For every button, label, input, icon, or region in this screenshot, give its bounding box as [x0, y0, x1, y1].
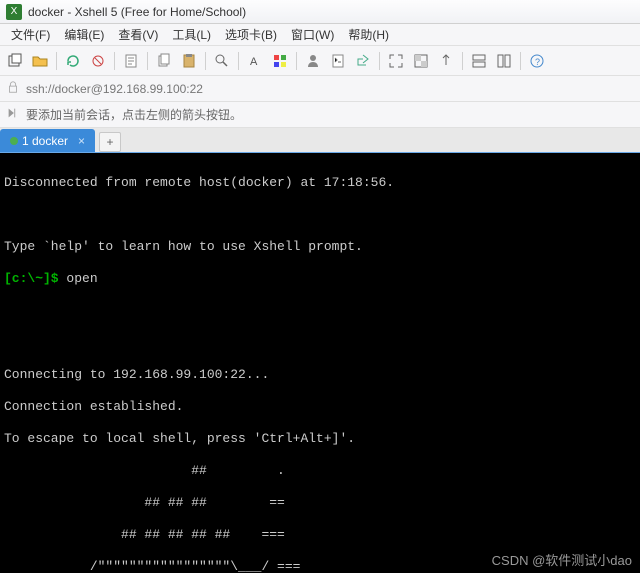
- menu-file[interactable]: 文件(F): [4, 24, 57, 45]
- menubar: 文件(F) 编辑(E) 查看(V) 工具(L) 选项卡(B) 窗口(W) 帮助(…: [0, 24, 640, 46]
- address-text[interactable]: ssh://docker@192.168.99.100:22: [26, 82, 634, 96]
- color-icon[interactable]: [269, 50, 291, 72]
- terminal-line: [4, 335, 636, 351]
- local-prompt: [c:\~]$: [4, 271, 66, 286]
- separator: [147, 52, 148, 70]
- new-session-icon[interactable]: [4, 50, 26, 72]
- paste-icon[interactable]: [178, 50, 200, 72]
- separator: [379, 52, 380, 70]
- tab-close-icon[interactable]: ×: [78, 134, 85, 148]
- addressbar: ssh://docker@192.168.99.100:22: [0, 76, 640, 102]
- menu-view[interactable]: 查看(V): [111, 24, 165, 45]
- separator: [114, 52, 115, 70]
- command-text: open: [66, 271, 97, 286]
- terminal-line: Connection established.: [4, 399, 636, 415]
- copy-icon[interactable]: [153, 50, 175, 72]
- separator: [56, 52, 57, 70]
- terminal-line: To escape to local shell, press 'Ctrl+Al…: [4, 431, 636, 447]
- transparent-icon[interactable]: [410, 50, 432, 72]
- menu-window[interactable]: 窗口(W): [284, 24, 341, 45]
- tile-v-icon[interactable]: [493, 50, 515, 72]
- disconnect-icon[interactable]: [87, 50, 109, 72]
- terminal-line: [c:\~]$ open: [4, 271, 636, 287]
- terminal-line: Type `help' to learn how to use Xshell p…: [4, 239, 636, 255]
- users-icon[interactable]: [302, 50, 324, 72]
- open-icon[interactable]: [29, 50, 51, 72]
- terminal-line: Connecting to 192.168.99.100:22...: [4, 367, 636, 383]
- window-title: docker - Xshell 5 (Free for Home/School): [28, 5, 246, 19]
- lock-icon: [6, 80, 20, 97]
- separator: [462, 52, 463, 70]
- terminal-line: [4, 207, 636, 223]
- menu-tabs[interactable]: 选项卡(B): [218, 24, 284, 45]
- titlebar: X docker - Xshell 5 (Free for Home/Schoo…: [0, 0, 640, 24]
- terminal-line: [4, 303, 636, 319]
- separator: [205, 52, 206, 70]
- script-icon[interactable]: [327, 50, 349, 72]
- info-message: 要添加当前会话，点击左侧的箭头按钮。: [26, 106, 242, 123]
- tab-label: 1 docker: [22, 134, 68, 148]
- add-session-icon[interactable]: [6, 106, 20, 123]
- tabbar: 1 docker × +: [0, 128, 640, 153]
- toolbar: A ?: [0, 46, 640, 76]
- reconnect-icon[interactable]: [62, 50, 84, 72]
- fullscreen-icon[interactable]: [385, 50, 407, 72]
- font-icon[interactable]: A: [244, 50, 266, 72]
- terminal-line: Disconnected from remote host(docker) at…: [4, 175, 636, 191]
- properties-icon[interactable]: [120, 50, 142, 72]
- new-tab-button[interactable]: +: [99, 132, 121, 152]
- svg-text:A: A: [250, 56, 258, 68]
- terminal-line: ## ## ## ## ## ===: [4, 527, 636, 543]
- infobar: 要添加当前会话，点击左侧的箭头按钮。: [0, 102, 640, 128]
- status-dot-icon: [10, 137, 18, 145]
- terminal-line: ## ## ## ==: [4, 495, 636, 511]
- terminal-line: ## .: [4, 463, 636, 479]
- menu-help[interactable]: 帮助(H): [341, 24, 396, 45]
- separator: [520, 52, 521, 70]
- separator: [238, 52, 239, 70]
- watermark: CSDN @软件测试小dao: [492, 553, 632, 569]
- ontop-icon[interactable]: [435, 50, 457, 72]
- terminal[interactable]: Disconnected from remote host(docker) at…: [0, 153, 640, 573]
- tab-docker[interactable]: 1 docker ×: [0, 129, 95, 152]
- help-icon[interactable]: ?: [526, 50, 548, 72]
- separator: [296, 52, 297, 70]
- svg-text:?: ?: [535, 57, 540, 67]
- find-icon[interactable]: [211, 50, 233, 72]
- app-icon: X: [6, 4, 22, 20]
- tile-h-icon[interactable]: [468, 50, 490, 72]
- menu-tools[interactable]: 工具(L): [165, 24, 218, 45]
- menu-edit[interactable]: 编辑(E): [57, 24, 111, 45]
- xftp-icon[interactable]: [352, 50, 374, 72]
